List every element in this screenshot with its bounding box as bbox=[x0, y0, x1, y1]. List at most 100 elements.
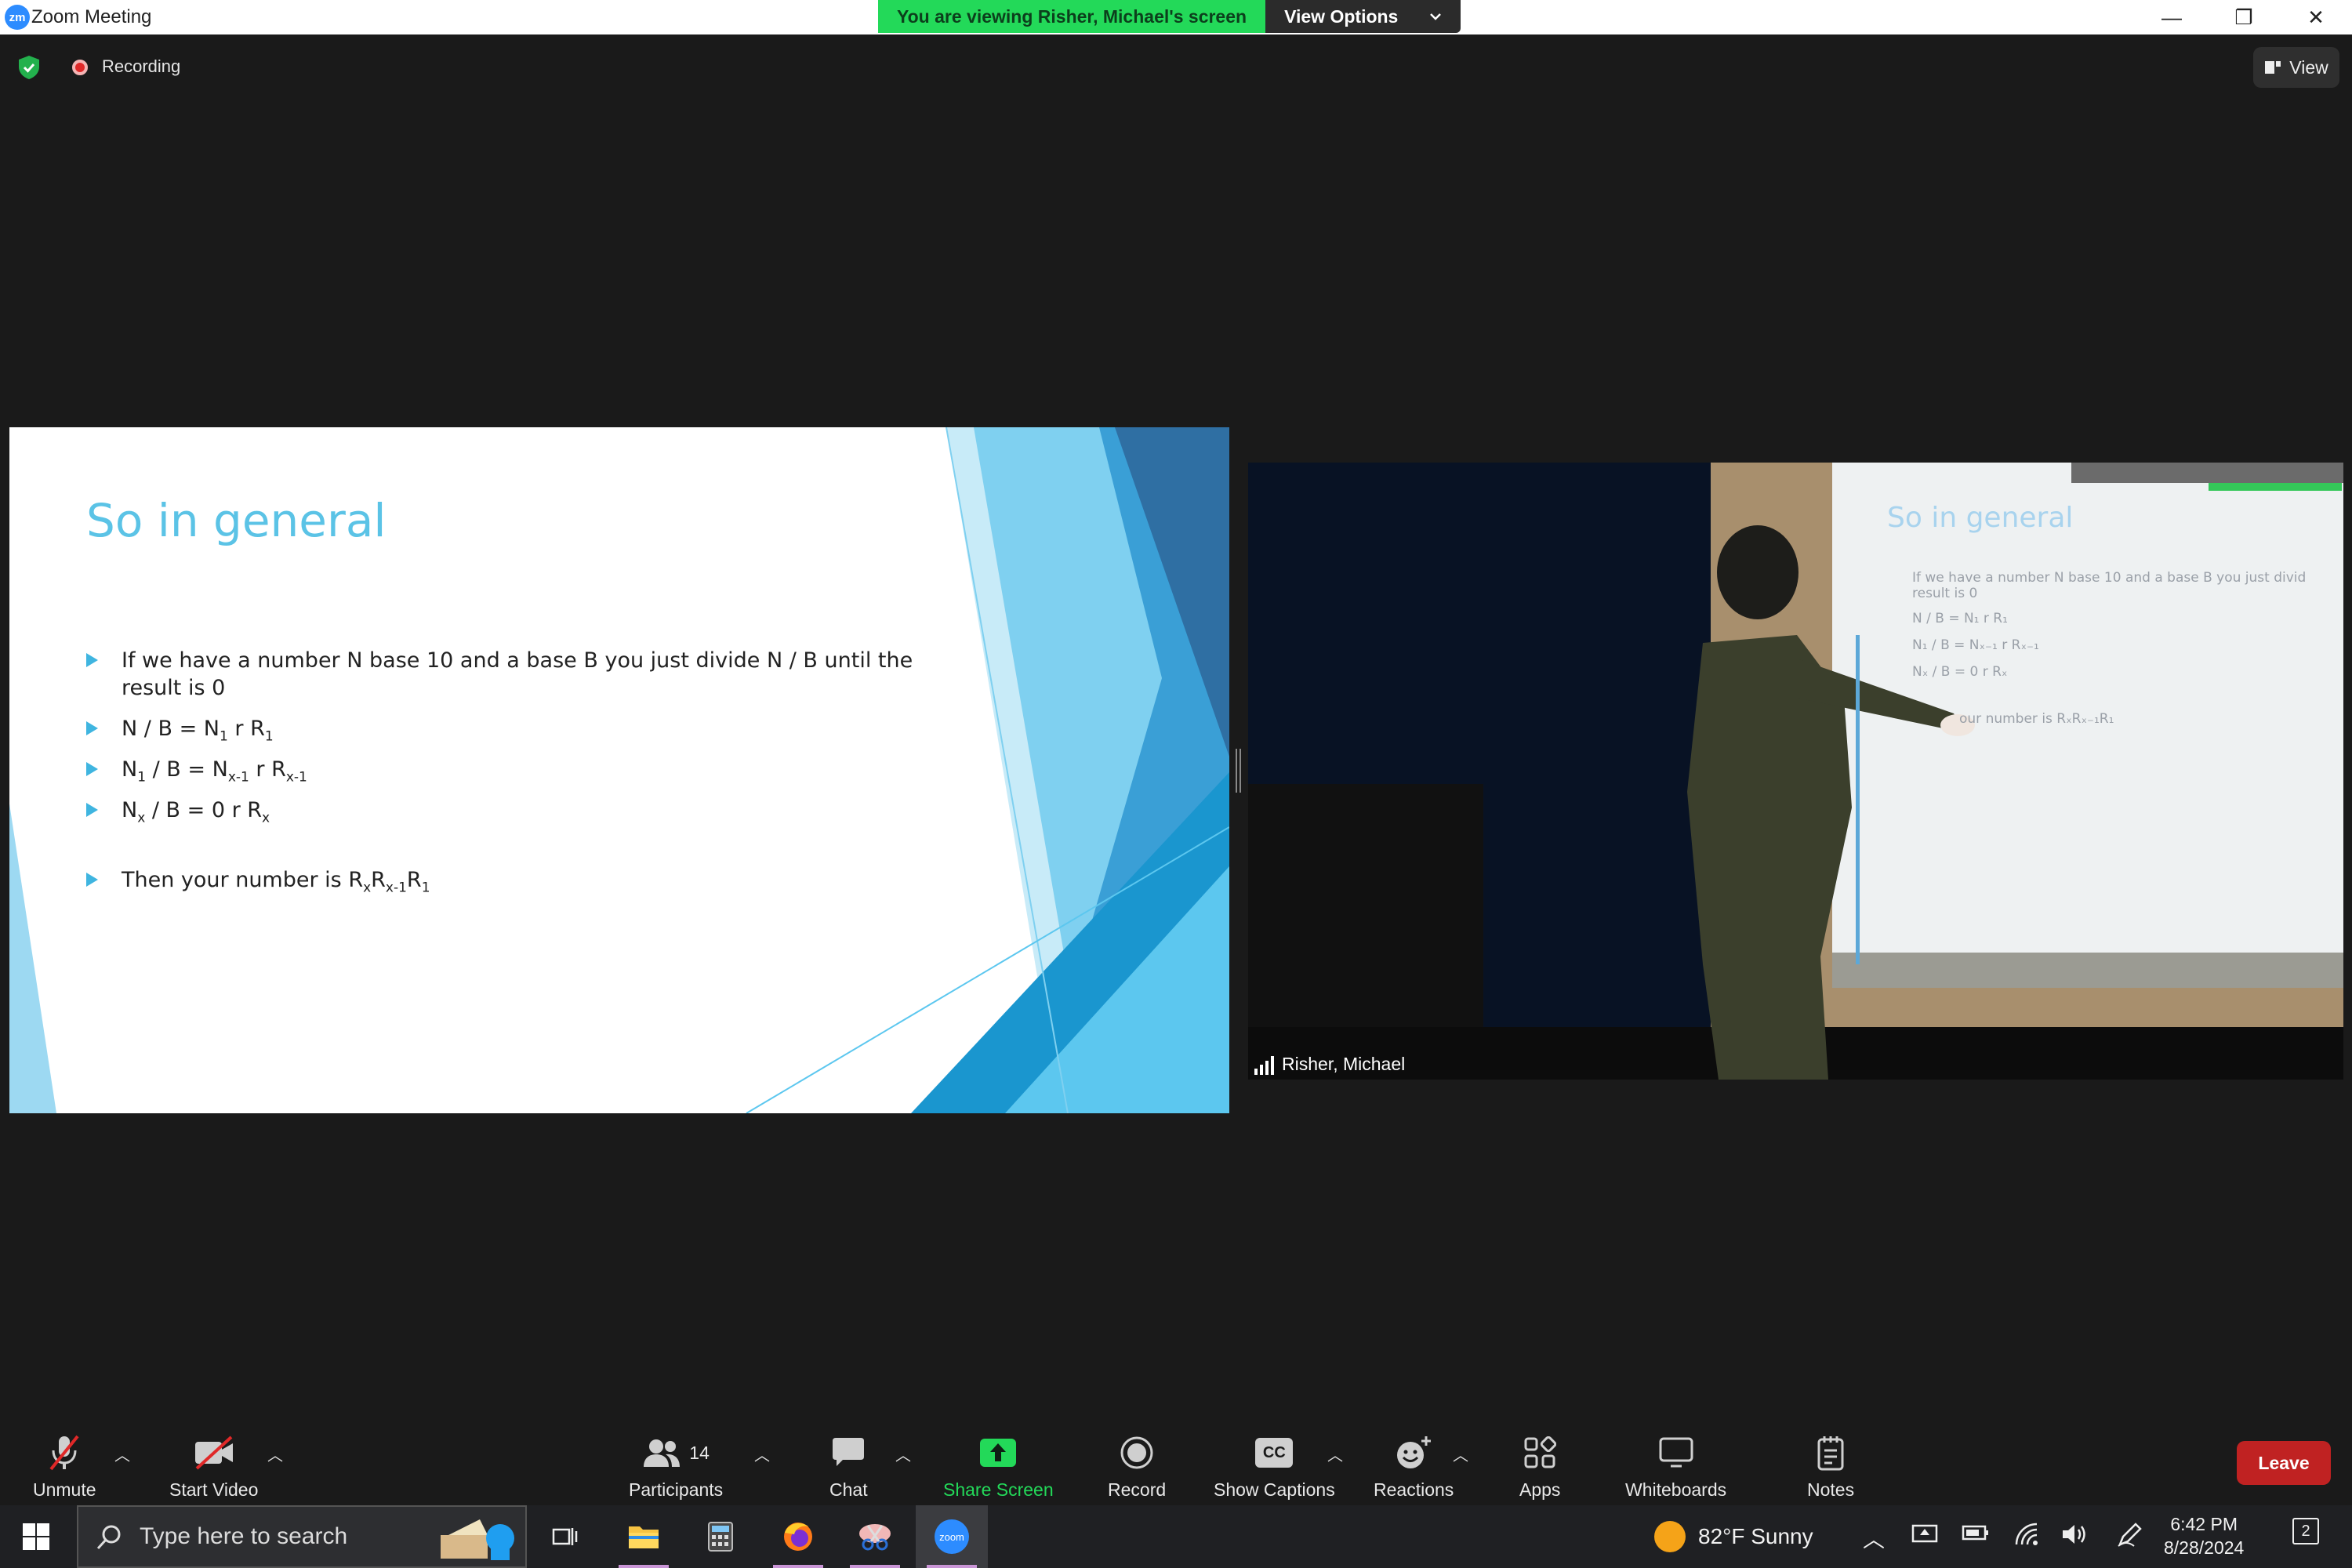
projected-line: N₁ / B = Nₓ₋₁ r Rₓ₋₁ bbox=[1912, 637, 2039, 653]
chat-button[interactable]: Chat bbox=[829, 1431, 868, 1501]
notes-label: Notes bbox=[1807, 1479, 1855, 1500]
bullet-marker-icon bbox=[86, 803, 98, 817]
split-resize-handle[interactable] bbox=[1236, 749, 1241, 793]
chat-options-caret-icon[interactable]: ︿ bbox=[895, 1443, 911, 1465]
slide-title: So in general bbox=[86, 494, 387, 547]
participants-icon bbox=[644, 1439, 681, 1467]
volume-icon[interactable] bbox=[2060, 1523, 2089, 1546]
taskbar-file-explorer[interactable] bbox=[608, 1505, 680, 1568]
taskbar-firefox[interactable] bbox=[762, 1505, 834, 1568]
view-label: View bbox=[2289, 56, 2328, 78]
taskbar-calculator[interactable] bbox=[684, 1505, 757, 1568]
leave-button[interactable]: Leave bbox=[2237, 1441, 2331, 1485]
participant-video[interactable]: So in general If we have a number N base… bbox=[1248, 463, 2343, 1080]
show-hidden-icons-chevron-icon[interactable]: ︿ bbox=[1863, 1523, 1885, 1554]
taskbar-zoom[interactable]: zoom bbox=[916, 1505, 988, 1568]
view-options-button[interactable]: View Options bbox=[1265, 0, 1461, 33]
pen-icon[interactable] bbox=[2117, 1523, 2143, 1548]
reactions-label: Reactions bbox=[1374, 1479, 1454, 1500]
view-layout-icon bbox=[2265, 61, 2281, 74]
bullet-text: If we have a number N base 10 and a base… bbox=[122, 648, 913, 700]
video-off-icon bbox=[194, 1436, 233, 1470]
slide-bullet: Nx / B = 0 r Rx bbox=[86, 797, 968, 832]
restore-button[interactable]: ❐ bbox=[2208, 0, 2280, 34]
equation-2: N1 / B = Nx-1 r Rx-1 bbox=[122, 757, 307, 786]
start-video-button[interactable]: Start Video bbox=[169, 1431, 258, 1501]
zoom-app-icon: zm bbox=[5, 5, 30, 30]
video-options-caret-icon[interactable]: ︿ bbox=[267, 1443, 283, 1465]
firefox-icon bbox=[784, 1523, 812, 1551]
participant-name: Risher, Michael bbox=[1282, 1054, 1406, 1074]
search-placeholder: Type here to search bbox=[140, 1523, 348, 1549]
zoom-taskbar-icon: zoom bbox=[935, 1519, 969, 1554]
record-button[interactable]: Record bbox=[1108, 1431, 1166, 1501]
apps-icon bbox=[1524, 1436, 1557, 1468]
taskbar-snipping-tool[interactable] bbox=[839, 1505, 911, 1568]
apps-button[interactable]: Apps bbox=[1519, 1431, 1560, 1501]
calculator-icon bbox=[708, 1522, 733, 1552]
bullet-marker-icon bbox=[86, 653, 98, 667]
whiteboards-label: Whiteboards bbox=[1625, 1479, 1727, 1500]
running-indicator bbox=[927, 1565, 977, 1568]
taskbar-search-box[interactable]: Type here to search bbox=[77, 1505, 527, 1568]
projected-line: Nₓ / B = 0 r Rₓ bbox=[1912, 664, 2008, 680]
recording-label: Recording bbox=[102, 56, 181, 76]
weather-widget[interactable]: 82°F Sunny bbox=[1654, 1521, 1813, 1552]
whiteboards-button[interactable]: Whiteboards bbox=[1625, 1431, 1726, 1501]
search-icon bbox=[96, 1525, 121, 1550]
conclusion: Then your number is RxRx-1R1 bbox=[122, 868, 430, 896]
windows-taskbar: Type here to search zoom 82°F Sunny ︿ 6:… bbox=[0, 1505, 2352, 1568]
audio-options-caret-icon[interactable]: ︿ bbox=[114, 1443, 130, 1465]
projected-line: our number is RₓRₓ₋₁R₁ bbox=[1959, 711, 2114, 727]
slide-bullet: If we have a number N base 10 and a base… bbox=[86, 647, 968, 702]
slide-bullet: N / B = N1 r R1 bbox=[86, 715, 968, 750]
taskbar-clock[interactable]: 6:42 PM 8/28/2024 bbox=[2164, 1512, 2244, 1559]
clock-date: 8/28/2024 bbox=[2164, 1537, 2245, 1558]
wifi-icon[interactable] bbox=[2013, 1523, 2042, 1546]
unmute-label: Unmute bbox=[33, 1479, 96, 1500]
signal-strength-icon bbox=[1254, 1056, 1274, 1075]
show-captions-button[interactable]: CC Show Captions bbox=[1214, 1431, 1335, 1501]
bullet-marker-icon bbox=[86, 762, 98, 776]
security-shield-icon[interactable] bbox=[17, 55, 41, 80]
bullet-marker-icon bbox=[86, 721, 98, 735]
projected-title: So in general bbox=[1887, 502, 2074, 534]
task-view-button[interactable] bbox=[529, 1505, 601, 1568]
projected-line: result is 0 bbox=[1912, 586, 1978, 601]
equation-1: N / B = N1 r R1 bbox=[122, 717, 274, 745]
unmute-button[interactable]: Unmute bbox=[33, 1431, 96, 1501]
close-button[interactable]: ✕ bbox=[2280, 0, 2352, 34]
shared-screen-slide: So in general If we have a number N base… bbox=[9, 427, 1229, 1113]
sunny-weather-icon bbox=[1654, 1521, 1686, 1552]
running-indicator bbox=[773, 1565, 823, 1568]
viewing-status: You are viewing Risher, Michael's screen bbox=[878, 0, 1266, 33]
captions-options-caret-icon[interactable]: ︿ bbox=[1327, 1443, 1343, 1465]
reactions-options-caret-icon[interactable]: ︿ bbox=[1453, 1443, 1468, 1465]
notes-icon bbox=[1817, 1436, 1844, 1471]
notification-center-icon[interactable]: 2 bbox=[2292, 1518, 2319, 1544]
captions-icon: CC bbox=[1255, 1438, 1294, 1468]
notes-button[interactable]: Notes bbox=[1807, 1431, 1854, 1501]
chat-label: Chat bbox=[829, 1479, 868, 1500]
display-icon[interactable] bbox=[1911, 1523, 1938, 1546]
battery-icon[interactable] bbox=[1962, 1523, 1990, 1543]
reaction-emoji-icon bbox=[1397, 1436, 1432, 1468]
record-icon bbox=[1120, 1436, 1153, 1469]
folder-icon bbox=[629, 1526, 659, 1548]
minimize-button[interactable]: — bbox=[2136, 0, 2208, 34]
projected-line: N / B = N₁ r R₁ bbox=[1912, 611, 2008, 626]
participants-button[interactable]: 14 Participants bbox=[629, 1431, 723, 1501]
share-screen-button[interactable]: Share Screen bbox=[943, 1431, 1054, 1501]
start-video-label: Start Video bbox=[169, 1479, 259, 1500]
meeting-toolbar: Unmute ︿ Start Video ︿ 14 Participants ︿… bbox=[0, 1411, 2352, 1505]
start-button[interactable] bbox=[0, 1505, 72, 1568]
participants-label: Participants bbox=[629, 1479, 724, 1500]
reactions-button[interactable]: Reactions bbox=[1374, 1431, 1454, 1501]
equation-3: Nx / B = 0 r Rx bbox=[122, 798, 270, 826]
snipping-tool-icon bbox=[859, 1524, 891, 1551]
view-button[interactable]: View bbox=[2253, 47, 2339, 88]
participants-options-caret-icon[interactable]: ︿ bbox=[754, 1443, 770, 1465]
share-banner: You are viewing Risher, Michael's screen… bbox=[878, 0, 1461, 33]
whiteboard-icon bbox=[1659, 1437, 1693, 1468]
weather-text: 82°F Sunny bbox=[1698, 1524, 1813, 1548]
